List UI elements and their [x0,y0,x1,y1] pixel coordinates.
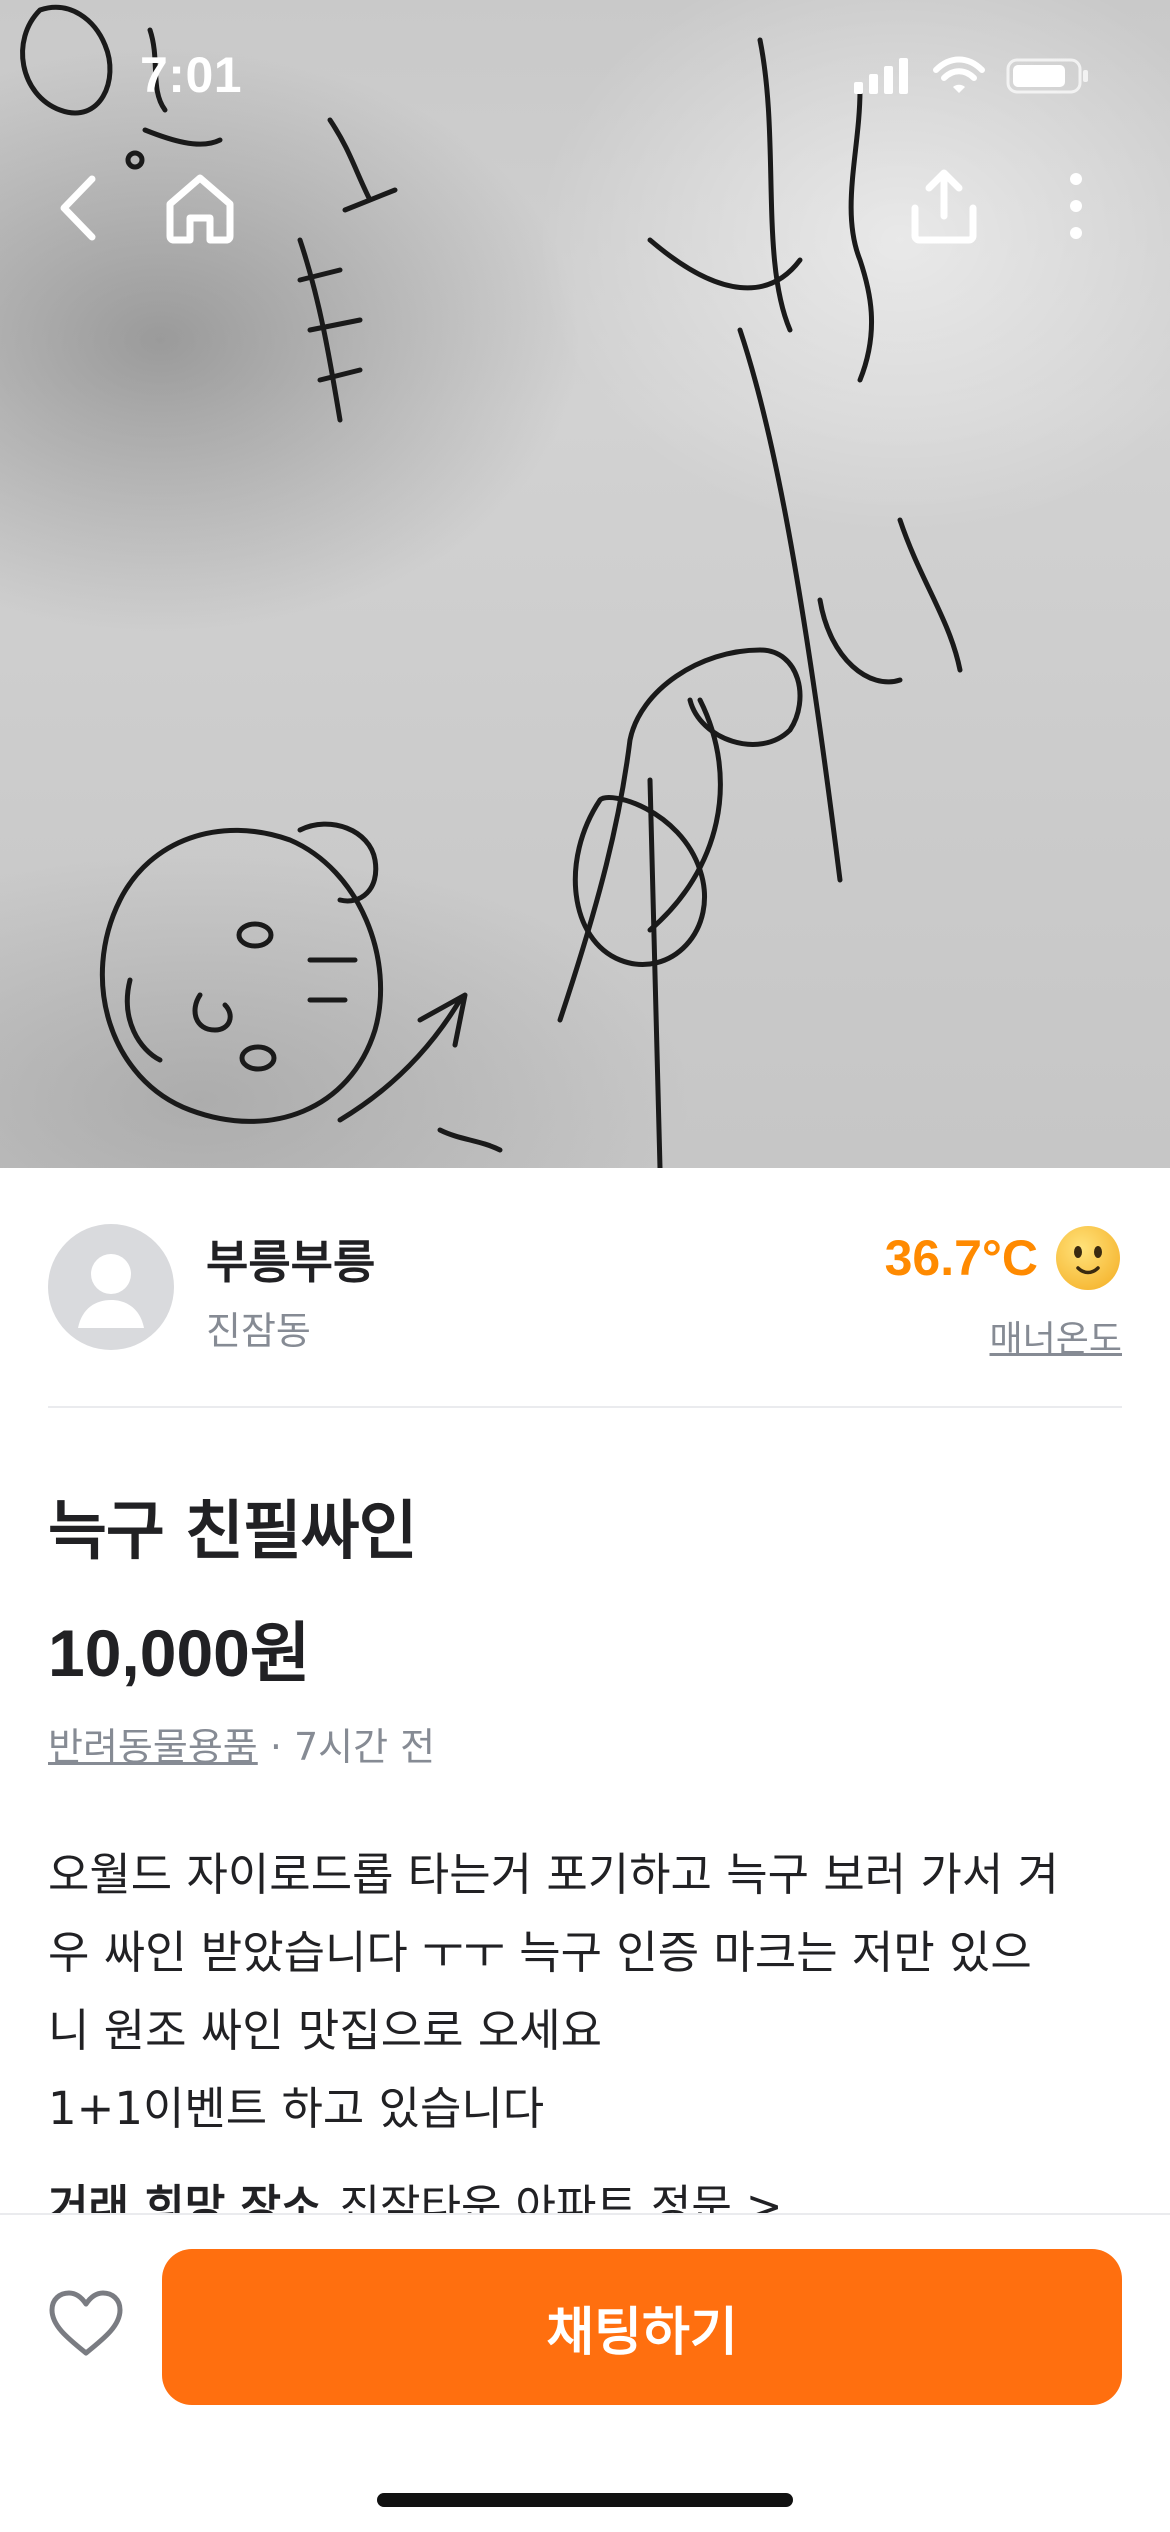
back-button[interactable] [30,158,130,258]
screen: 7:01 부릉부릉 진잠동 36.7°C 매너온도 늑구 친필싸인 10,000… [0,0,1170,2532]
home-icon [166,174,234,244]
status-time: 7:01 [140,47,243,103]
product-meta: 반려동물용품 · 7시간 전 [48,1716,435,1771]
cellular-signal-icon [854,58,908,94]
chat-button[interactable]: 채팅하기 [162,2249,1122,2405]
home-indicator [377,2493,793,2507]
more-button[interactable] [1026,156,1126,256]
product-description: 오월드 자이로드롭 타는거 포기하고 늑구 보러 가서 겨 우 싸인 받았습니다… [48,1848,1059,2135]
smile-face-icon [1056,1226,1120,1290]
product-title: 늑구 친필싸인 [48,1495,418,1569]
battery-icon [1006,58,1088,94]
like-button[interactable] [46,2285,126,2365]
manner-temp-value: 36.7°C [884,1230,1038,1286]
avatar[interactable] [48,1224,174,1350]
share-button[interactable] [894,156,994,256]
more-vertical-icon [1070,173,1082,239]
status-bar: 7:01 [0,0,1170,150]
product-photo[interactable]: 7:01 [0,0,1170,1168]
seller-name[interactable]: 부릉부릉 [206,1226,375,1292]
home-button[interactable] [150,158,250,258]
chevron-left-icon [60,175,96,241]
manner-temperature: 36.7°C [885,1224,1122,1292]
default-avatar-icon [78,1254,144,1328]
posted-time: · 7시간 전 [257,1725,436,1769]
category-link[interactable]: 반려동물용품 [48,1725,258,1769]
manner-temp-label[interactable]: 매너온도 [990,1310,1122,1362]
seller-town: 진잠동 [206,1309,311,1353]
share-icon [911,169,977,244]
wifi-icon [933,56,985,93]
bottom-action-bar: 채팅하기 [0,2213,1170,2532]
product-price: 10,000원 [48,1616,311,1690]
heart-icon [49,2290,123,2356]
seller-profile[interactable]: 부릉부릉 진잠동 36.7°C 매너온도 [48,1212,1122,1372]
status-icons [852,56,1090,96]
divider [48,1406,1122,1408]
